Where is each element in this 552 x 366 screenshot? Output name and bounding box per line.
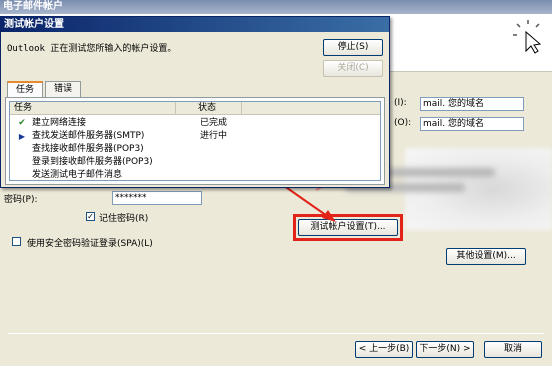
task-list: 任务 状态 ✔ 建立网络连接 已完成 ▶ 查找发送邮件服务器(SMTP) 进行中…: [9, 101, 381, 181]
test-account-dialog: 测试帐户设置 Outlook 正在测试您所输入的帐户设置。 停止(S) 关闭(C…: [0, 16, 390, 188]
task-row: ✔ 建立网络连接 已完成: [10, 117, 380, 130]
task-row: 查找接收邮件服务器(POP3): [10, 143, 380, 156]
stop-button[interactable]: 停止(S): [323, 39, 383, 56]
dialog-message: Outlook 正在测试您所输入的帐户设置。: [7, 44, 177, 54]
task-name: 查找发送邮件服务器(SMTP): [32, 131, 145, 141]
task-row: ▶ 查找发送邮件服务器(SMTP) 进行中: [10, 130, 380, 143]
arrow-right-icon: ▶: [18, 132, 26, 141]
task-row: 登录到接收邮件服务器(POP3): [10, 156, 380, 169]
task-name: 发送测试电子邮件消息: [32, 170, 123, 180]
task-name: 查找接收邮件服务器(POP3): [32, 144, 144, 154]
close-button[interactable]: 关闭(C): [323, 60, 383, 77]
task-name: 登录到接收邮件服务器(POP3): [32, 157, 153, 167]
task-status: 已完成: [200, 118, 228, 128]
column-task[interactable]: 任务: [10, 102, 176, 115]
tab-tasks[interactable]: 任务: [7, 81, 43, 98]
task-status: 进行中: [200, 131, 228, 141]
highlight-box: [293, 214, 403, 241]
tab-errors[interactable]: 错误: [45, 81, 81, 97]
dialog-title: 测试帐户设置: [1, 17, 389, 32]
task-name: 建立网络连接: [32, 118, 87, 128]
task-list-header: 任务 状态: [10, 102, 380, 115]
check-icon: ✔: [18, 118, 26, 128]
column-status[interactable]: 状态: [176, 102, 242, 115]
task-row: 发送测试电子邮件消息: [10, 169, 380, 182]
